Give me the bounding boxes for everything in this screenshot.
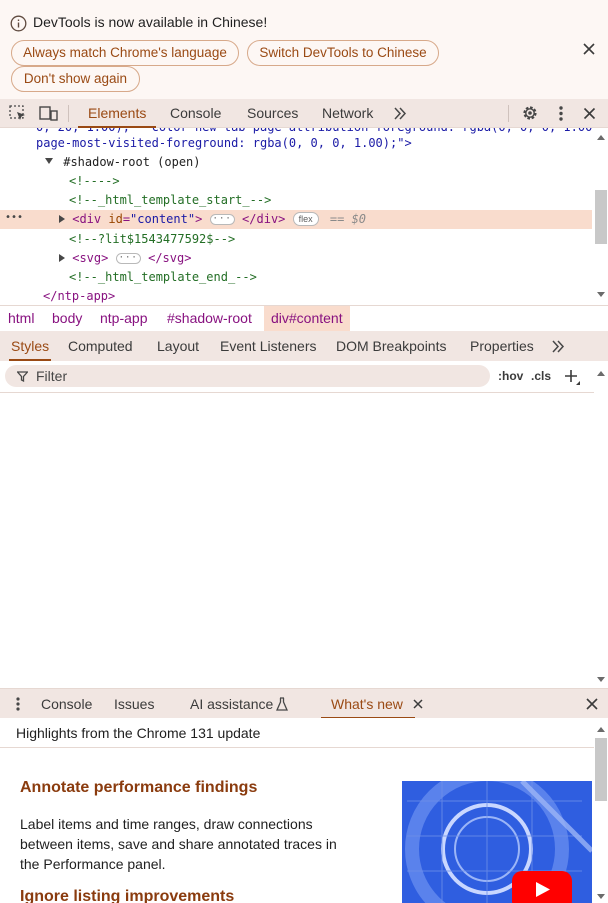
- style-attr-text: page-most-visited-foreground: rgba(0, 0,…: [36, 136, 412, 150]
- scroll-up-icon[interactable]: [597, 726, 605, 732]
- main-toolbar: Elements Console Sources Network: [0, 99, 608, 128]
- dom-tree[interactable]: 0, 20, 1.00); --color-new-tab-page-attri…: [0, 128, 594, 305]
- scroll-up-icon[interactable]: [597, 134, 605, 140]
- more-tabs-icon[interactable]: [393, 107, 407, 120]
- shadow-root-node[interactable]: #shadow-root (open): [45, 153, 201, 172]
- switch-to-chinese-button[interactable]: Switch DevTools to Chinese: [247, 40, 439, 66]
- comment-node[interactable]: <!--_html_template_start_-->: [69, 191, 271, 210]
- comment-node[interactable]: <!--_html_template_end_-->: [69, 268, 257, 287]
- breadcrumb-div-content[interactable]: div#content: [264, 306, 350, 331]
- div-open-bracket: >: [195, 212, 203, 226]
- expand-triangle-icon[interactable]: [45, 158, 53, 164]
- breadcrumb: html body ntp-app #shadow-root div#conte…: [0, 305, 608, 331]
- drawer-tab-ai-assistance[interactable]: AI assistance: [190, 689, 273, 719]
- tab-elements[interactable]: Elements: [77, 99, 157, 128]
- tab-layout[interactable]: Layout: [157, 331, 199, 361]
- drawer-menu-icon[interactable]: [14, 696, 22, 712]
- scroll-up-icon[interactable]: [597, 370, 605, 376]
- whats-new-scrollbar[interactable]: [594, 718, 608, 903]
- close-drawer-icon[interactable]: [586, 698, 598, 710]
- expand-children-icon[interactable]: ···: [115, 253, 141, 264]
- drawer-tab-console[interactable]: Console: [41, 689, 92, 719]
- styles-filter-input[interactable]: Filter: [5, 365, 490, 387]
- svg-node[interactable]: <svg> ··· </svg>: [59, 249, 191, 268]
- breadcrumb-body[interactable]: body: [52, 306, 82, 331]
- scroll-down-icon[interactable]: [597, 292, 605, 298]
- div-open-tag: <div: [72, 212, 109, 226]
- svg-close-tag: </svg>: [148, 251, 192, 265]
- drawer-toolbar: Console Issues AI assistance What's new: [0, 688, 608, 719]
- info-icon: [10, 15, 27, 32]
- more-options-icon[interactable]: [557, 105, 565, 122]
- tab-event-listeners[interactable]: Event Listeners: [220, 331, 317, 361]
- toolbar-divider: [508, 105, 509, 122]
- flex-badge[interactable]: flex: [292, 212, 319, 226]
- infobar-message: DevTools is now available in Chinese!: [33, 14, 268, 30]
- always-match-language-button[interactable]: Always match Chrome's language: [11, 40, 239, 66]
- close-devtools-icon[interactable]: [583, 107, 596, 120]
- dom-scrollbar[interactable]: [594, 128, 608, 305]
- filter-placeholder: Filter: [36, 368, 68, 384]
- whats-new-header-text: Highlights from the Chrome 131 update: [16, 725, 261, 741]
- selected-var-indicator: == $0: [329, 212, 367, 226]
- toggle-hov-button[interactable]: :hov: [498, 369, 523, 383]
- breadcrumb-html[interactable]: html: [8, 306, 34, 331]
- experiment-flask-icon: [276, 697, 288, 711]
- div-attr-value: "content": [130, 212, 196, 226]
- video-thumbnail[interactable]: [402, 781, 592, 903]
- scroll-thumb[interactable]: [595, 190, 607, 244]
- feature-title-ignore-listing[interactable]: Ignore listing improvements: [20, 888, 234, 903]
- drawer-tab-issues[interactable]: Issues: [114, 689, 154, 719]
- device-toolbar-icon[interactable]: [39, 105, 58, 122]
- more-subtabs-icon[interactable]: [551, 340, 565, 353]
- feature-title-annotate[interactable]: Annotate performance findings: [20, 779, 257, 797]
- styles-filter-row: Filter :hov .cls: [0, 361, 608, 393]
- svg-open-tag: <svg>: [72, 251, 109, 265]
- scroll-down-icon[interactable]: [597, 677, 605, 683]
- scroll-thumb[interactable]: [595, 738, 607, 801]
- breadcrumb-shadow-root[interactable]: #shadow-root: [167, 306, 252, 331]
- toggle-cls-button[interactable]: .cls: [531, 369, 551, 383]
- collapse-triangle-icon[interactable]: [59, 254, 65, 262]
- scroll-down-icon[interactable]: [597, 894, 605, 900]
- comment-node[interactable]: <!--?lit$1543477592$-->: [69, 230, 235, 249]
- tab-console[interactable]: Console: [170, 99, 221, 127]
- whats-new-content: Annotate performance findings Label item…: [0, 748, 594, 903]
- styles-subtabs: Styles Computed Layout Event Listeners D…: [0, 331, 608, 361]
- close-tab-icon[interactable]: [413, 699, 423, 709]
- node-ellipsis-icon[interactable]: •••: [5, 208, 23, 227]
- div-close-tag: </div>: [242, 212, 286, 226]
- close-infobar-icon[interactable]: [582, 42, 596, 56]
- feature-description-annotate: Label items and time ranges, draw connec…: [20, 816, 337, 872]
- toolbar-divider: [68, 105, 69, 122]
- drawer-tab-whats-new[interactable]: What's new: [321, 689, 415, 719]
- whats-new-header: Highlights from the Chrome 131 update: [0, 718, 594, 748]
- style-attr-line: page-most-visited-foreground: rgba(0, 0,…: [36, 134, 412, 153]
- selected-div-node[interactable]: ••• <div id="content"> ··· </div> flex =…: [0, 210, 592, 229]
- tab-sources[interactable]: Sources: [247, 99, 298, 127]
- tab-styles[interactable]: Styles: [8, 331, 52, 361]
- new-style-rule-icon[interactable]: [563, 368, 583, 386]
- youtube-play-button[interactable]: [512, 871, 572, 903]
- filter-icon: [17, 371, 28, 382]
- language-infobar: DevTools is now available in Chinese! Al…: [0, 0, 608, 99]
- tab-dom-breakpoints[interactable]: DOM Breakpoints: [336, 331, 446, 361]
- tab-network[interactable]: Network: [322, 99, 373, 127]
- expand-children-icon[interactable]: ···: [209, 214, 235, 225]
- dont-show-again-button[interactable]: Don't show again: [11, 66, 140, 92]
- styles-scrollbar[interactable]: [594, 361, 608, 688]
- breadcrumb-ntp-app[interactable]: ntp-app: [100, 306, 147, 331]
- collapse-triangle-icon[interactable]: [59, 215, 65, 223]
- ntp-app-close-tag[interactable]: </ntp-app>: [43, 287, 115, 305]
- div-attr-name: id: [108, 212, 123, 226]
- tab-computed[interactable]: Computed: [68, 331, 133, 361]
- tab-properties[interactable]: Properties: [470, 331, 534, 361]
- inspect-element-icon[interactable]: [9, 105, 27, 122]
- shadow-root-label: #shadow-root (open): [63, 155, 201, 169]
- settings-gear-icon[interactable]: [521, 104, 539, 122]
- comment-node[interactable]: <!---->: [69, 172, 120, 191]
- play-icon: [536, 882, 550, 897]
